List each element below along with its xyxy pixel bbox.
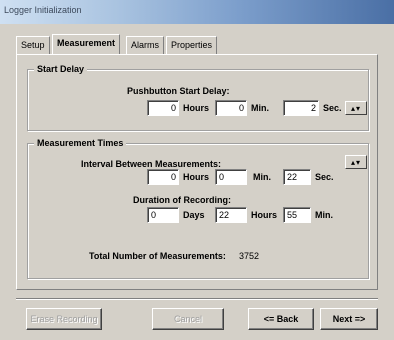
interval-label: Interval Between Measurements: [81,159,222,169]
start-delay-hours-unit: Hours [183,103,210,113]
tab-measurement[interactable]: Measurement [52,34,121,54]
next-button[interactable]: Next => [320,308,378,330]
interval-hours-unit: Hours [183,172,210,182]
interval-sec-input[interactable]: 22 [283,169,311,185]
tab-alarms[interactable]: Alarms [126,36,165,54]
duration-min-unit: Min. [315,210,333,220]
duration-hours-unit: Hours [251,210,278,220]
interval-min-input[interactable]: 0 [215,169,247,185]
window-title: Logger Initialization [4,5,82,15]
tab-setup[interactable]: Setup [16,36,50,54]
start-delay-min-input[interactable]: 0 [215,100,247,116]
title-bar: Logger Initialization [0,0,394,24]
measurement-times-title: Measurement Times [34,138,127,148]
tab-properties[interactable]: Properties [166,36,218,54]
start-delay-sec-input[interactable]: 2 [283,100,319,116]
duration-days-unit: Days [183,210,205,220]
interval-hours-input[interactable]: 0 [147,169,179,185]
duration-hours-input[interactable]: 22 [215,207,247,223]
total-measurements-label: Total Number of Measurements: [89,251,226,261]
back-button[interactable]: <= Back [248,308,314,330]
duration-min-input[interactable]: 55 [283,207,311,223]
measurement-tab-panel: Start Delay Pushbutton Start Delay: 0 Ho… [16,54,378,290]
measurement-spin-button[interactable]: ▴▾ [345,155,367,169]
start-delay-sec-unit: Sec. [323,103,342,113]
erase-recording-button[interactable]: Erase Recording [26,308,102,330]
start-delay-min-unit: Min. [251,103,269,113]
duration-days-input[interactable]: 0 [147,207,179,223]
button-separator [16,298,378,300]
interval-min-unit: Min. [253,172,271,182]
start-delay-hours-input[interactable]: 0 [147,100,179,116]
duration-label: Duration of Recording: [133,195,231,205]
start-delay-spin-button[interactable]: ▴▾ [345,101,367,115]
cancel-button[interactable]: Cancel [152,308,224,330]
total-measurements-value: 3752 [239,251,260,261]
pushbutton-start-delay-label: Pushbutton Start Delay: [127,86,230,96]
interval-sec-unit: Sec. [315,172,334,182]
start-delay-title: Start Delay [34,64,88,74]
